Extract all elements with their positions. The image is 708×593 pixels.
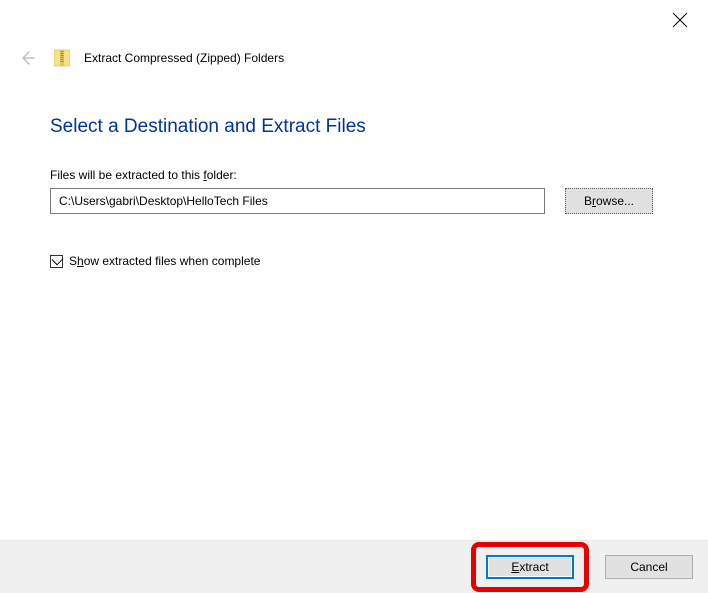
folder-label-pre: Files will be extracted to this xyxy=(50,168,203,182)
cancel-button[interactable]: Cancel xyxy=(605,555,693,579)
folder-label: Files will be extracted to this folder: xyxy=(50,168,658,182)
browse-pre: B xyxy=(584,194,592,208)
extract-post: xtract xyxy=(519,560,548,574)
show-label-accel: h xyxy=(77,254,84,268)
close-button[interactable] xyxy=(672,12,688,28)
destination-path-input[interactable] xyxy=(50,188,545,214)
footer-bar: Extract Cancel xyxy=(0,540,708,593)
back-arrow-icon xyxy=(18,49,36,67)
page-heading: Select a Destination and Extract Files xyxy=(50,116,658,138)
show-label-post: ow extracted files when complete xyxy=(84,254,261,268)
show-files-checkbox[interactable] xyxy=(50,255,63,268)
browse-button[interactable]: Browse... xyxy=(565,188,653,214)
extract-button[interactable]: Extract xyxy=(486,555,574,579)
show-files-label[interactable]: Show extracted files when complete xyxy=(69,254,260,268)
back-button xyxy=(18,49,36,67)
zip-folder-icon xyxy=(54,48,70,68)
browse-post: owse... xyxy=(596,194,634,208)
folder-label-post: older: xyxy=(207,168,237,182)
close-icon xyxy=(672,12,688,28)
wizard-header: Extract Compressed (Zipped) Folders xyxy=(0,38,708,78)
extract-highlight: Extract xyxy=(471,542,589,592)
show-label-pre: S xyxy=(69,254,77,268)
wizard-title: Extract Compressed (Zipped) Folders xyxy=(84,51,284,65)
